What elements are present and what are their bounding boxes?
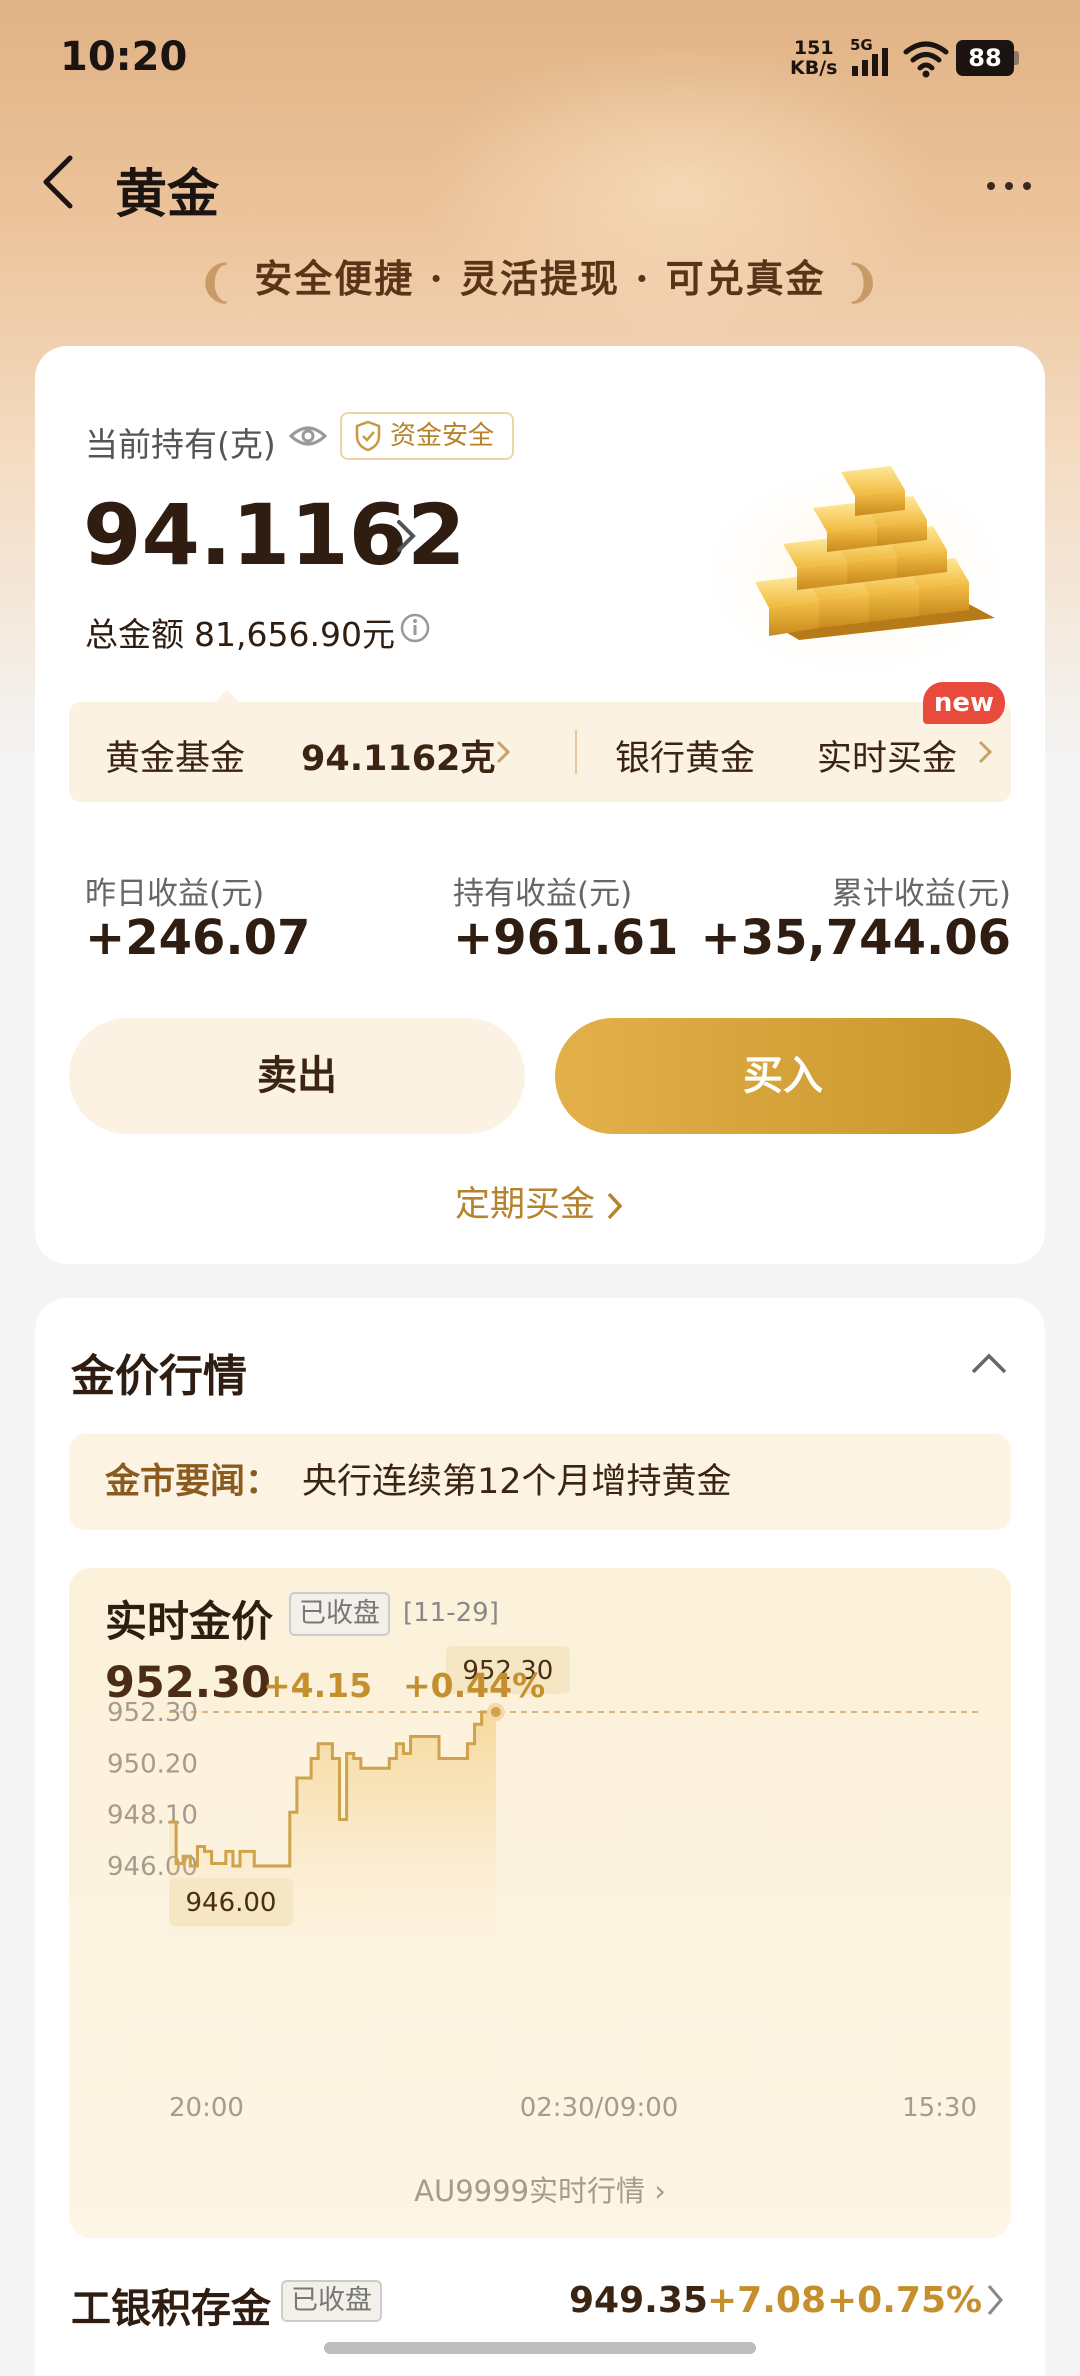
page-title: 黄金 xyxy=(115,164,220,225)
more-options-icon[interactable] xyxy=(985,176,1033,196)
current-price: 952.30 xyxy=(105,1658,271,1708)
tab-realtime-buy[interactable]: 实时买金 xyxy=(817,730,957,781)
network-type: 5G xyxy=(850,36,873,54)
sell-button[interactable]: 卖出 xyxy=(69,1018,525,1134)
x-tick-label: 20:00 xyxy=(169,2093,244,2123)
tab-divider xyxy=(575,730,577,774)
holdings-card: 当前持有(克) 资金安全 94.1162 总金额 81,656.90元 黄金基金… xyxy=(35,346,1045,1264)
chevron-right-icon xyxy=(607,1192,623,1220)
stat-yesterday-value: +246.07 xyxy=(85,910,311,966)
laurel-left-icon: ❨ xyxy=(197,257,237,308)
market-closed-badge: 已收盘 xyxy=(289,1592,390,1636)
battery-tip xyxy=(1014,51,1019,65)
periodic-buy-link[interactable]: 定期买金 xyxy=(35,1176,1045,1227)
bank-gold-closed-badge: 已收盘 xyxy=(281,2280,382,2322)
fund-safety-badge[interactable]: 资金安全 xyxy=(340,412,515,460)
bank-gold-change-percent: +0.75% xyxy=(827,2280,983,2321)
net-speed-value: 151 xyxy=(793,37,834,59)
price-change-percent: +0.44% xyxy=(403,1666,546,1705)
stat-holding-value: +961.61 xyxy=(453,910,679,966)
low-label: 946.00 xyxy=(186,1888,277,1918)
chart-title: 实时金价 xyxy=(105,1597,274,1646)
realtime-price-chart[interactable]: 952.30 950.20 948.10 946.00 952.30 946.00 20:0… xyxy=(69,1568,1011,2238)
chevron-right-icon[interactable] xyxy=(977,738,993,766)
wifi-icon xyxy=(903,41,949,78)
home-indicator xyxy=(324,2342,756,2354)
status-time: 10:20 xyxy=(60,34,188,80)
au9999-link[interactable]: AU9999实时行情 › xyxy=(69,2168,1011,2210)
net-speed-unit: KB/s xyxy=(790,57,838,79)
new-badge: new xyxy=(923,682,1005,724)
fund-safety-label: 资金安全 xyxy=(390,421,495,451)
stat-holding-label: 持有收益(元) xyxy=(453,876,633,912)
gold-bars-illustration xyxy=(695,452,1015,672)
holdings-label: 当前持有(克) xyxy=(85,425,276,464)
bank-gold-name: 工银积存金 xyxy=(71,2285,271,2332)
total-amount: 总金额 81,656.90元 xyxy=(85,608,395,656)
chart-date: [11-29] xyxy=(403,1598,499,1628)
holding-tabs: 黄金基金 94.1162克 银行黄金 实时买金 xyxy=(69,702,1011,802)
bank-gold-change: +7.08 xyxy=(707,2280,826,2321)
news-label: 金市要闻： xyxy=(105,1462,281,1502)
tab-gold-fund-value[interactable]: 94.1162克 xyxy=(301,730,495,781)
periodic-buy-label: 定期买金 xyxy=(454,1185,595,1225)
buy-button[interactable]: 买入 xyxy=(555,1018,1011,1134)
info-icon[interactable] xyxy=(399,612,431,644)
price-end-point xyxy=(490,1707,501,1717)
chevron-up-icon[interactable] xyxy=(969,1350,1009,1376)
shield-check-icon xyxy=(355,420,381,452)
tab-bank-gold[interactable]: 银行黄金 xyxy=(615,730,755,781)
y-tick-label: 948.10 xyxy=(107,1801,198,1831)
signal-5g-icon: 5G xyxy=(850,36,888,76)
chevron-right-icon[interactable] xyxy=(391,514,421,558)
stat-cumulative-value: +35,744.06 xyxy=(700,910,1011,966)
gold-news-banner[interactable]: 金市要闻： 央行连续第12个月增持黄金 xyxy=(69,1434,1011,1530)
market-title: 金价行情 xyxy=(71,1351,247,1402)
chevron-right-icon[interactable] xyxy=(985,2282,1005,2318)
bank-gold-row[interactable]: 工银积存金 已收盘 949.35 +7.08 +0.75% xyxy=(35,2268,1045,2348)
net-speed: 151 KB/s xyxy=(790,38,837,78)
market-card: 金价行情 金市要闻： 央行连续第12个月增持黄金 952.30 950.20 948.… xyxy=(35,1298,1045,2376)
price-change: +4.15 xyxy=(263,1666,373,1705)
x-tick-label: 02:30/09:00 xyxy=(520,2093,679,2123)
battery-icon: 88 xyxy=(956,40,1020,76)
y-tick-label: 950.20 xyxy=(107,1749,198,1779)
laurel-right-icon: ❩ xyxy=(843,257,883,308)
total-amount-value: 81,656.90元 xyxy=(194,615,395,654)
slogan: ❨ 安全便捷 · 灵活提现 · 可兑真金 ❩ xyxy=(0,248,1080,308)
x-tick-label: 15:30 xyxy=(902,2093,977,2123)
back-arrow-icon[interactable] xyxy=(36,150,80,214)
total-amount-label: 总金额 xyxy=(85,615,184,654)
stat-cumulative-label: 累计收益(元) xyxy=(831,876,1011,912)
au9999-link-label: AU9999实时行情 xyxy=(414,2174,646,2208)
battery-level: 88 xyxy=(956,40,1014,76)
chevron-right-icon[interactable] xyxy=(495,738,511,766)
tab-gold-fund-label[interactable]: 黄金基金 xyxy=(105,730,245,781)
bank-gold-price: 949.35 xyxy=(569,2280,708,2321)
status-bar: 10:20 151 KB/s 5G 88 xyxy=(0,0,1080,118)
eye-icon[interactable] xyxy=(288,416,328,456)
news-text: 央行连续第12个月增持黄金 xyxy=(302,1462,732,1502)
stat-yesterday-label: 昨日收益(元) xyxy=(85,876,265,912)
slogan-text: 安全便捷 · 灵活提现 · 可兑真金 xyxy=(254,256,826,301)
